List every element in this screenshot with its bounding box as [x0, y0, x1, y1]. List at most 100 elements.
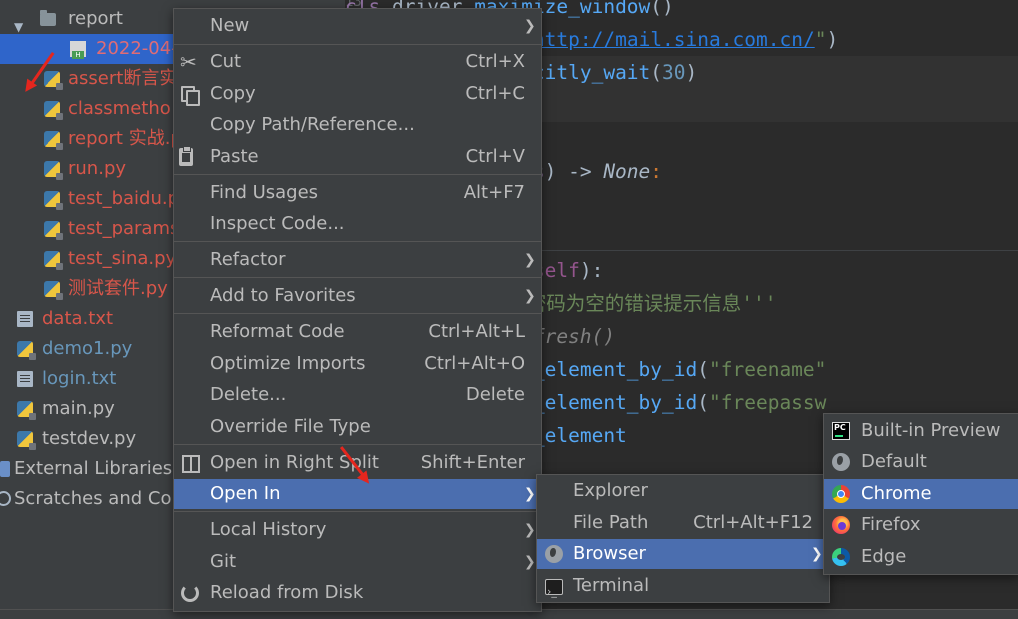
menu-item-label: Inspect Code... [210, 213, 345, 234]
code-token: 30 [662, 61, 686, 84]
python-file-icon [44, 251, 63, 270]
menu-item-file-path[interactable]: File Path Ctrl+Alt+F12 [537, 508, 829, 538]
tree-item-label: main.py [42, 398, 115, 419]
tree-item-label: test_sina.py [68, 248, 177, 269]
chevron-right-icon: ❯ [524, 522, 536, 538]
python-file-icon [17, 431, 36, 450]
menu-item-inspect-code[interactable]: Inspect Code... [174, 209, 541, 239]
html-file-icon [70, 41, 86, 59]
python-file-icon [44, 281, 63, 300]
menu-item-copy[interactable]: Copy Ctrl+C [174, 79, 541, 109]
scissors-icon: ✂ [180, 50, 197, 74]
menu-item-label: Find Usages [210, 182, 319, 203]
menu-item-local-history[interactable]: Local History ❯ [174, 515, 541, 545]
python-file-icon [17, 341, 36, 360]
menu-item-label: Copy Path/Reference... [210, 114, 415, 135]
menu-item-shortcut: Ctrl+Alt+O [424, 353, 525, 374]
menu-item-label: Reload from Disk [210, 582, 364, 603]
menu-item-shortcut: Ctrl+Alt+F12 [693, 512, 813, 533]
menu-separator [174, 174, 541, 175]
tree-item-label: test_params [68, 218, 180, 239]
menu-item-label: Local History [210, 519, 327, 540]
menu-item-edge[interactable]: Edge [824, 542, 1018, 572]
menu-separator [174, 444, 541, 445]
tree-item-label: testdev.py [42, 428, 137, 449]
menu-item-reformat-code[interactable]: Reformat Code Ctrl+Alt+L [174, 317, 541, 347]
menu-item-paste[interactable]: Paste Ctrl+V [174, 142, 541, 172]
chevron-right-icon: ❯ [524, 288, 536, 304]
menu-item-override-file-type[interactable]: Override File Type [174, 412, 541, 442]
menu-item-label: Refactor [210, 249, 286, 270]
menu-item-refactor[interactable]: Refactor ❯ [174, 245, 541, 275]
menu-item-label: Browser [573, 543, 646, 564]
menu-separator [174, 44, 541, 45]
menu-item-new[interactable]: New ❯ [174, 11, 541, 41]
edge-icon [832, 548, 850, 566]
chevron-right-icon: ❯ [524, 252, 536, 268]
text-file-icon [17, 371, 33, 387]
copy-icon [180, 85, 200, 106]
menu-item-copy-path[interactable]: Copy Path/Reference... [174, 110, 541, 140]
menu-item-delete[interactable]: Delete... Delete [174, 380, 541, 410]
tree-item-label: 2022-04- [96, 38, 178, 59]
menu-item-open-in-right-split[interactable]: Open in Right Split Shift+Enter [174, 448, 541, 478]
menu-item-label: Firefox [861, 514, 921, 535]
code-token: () [650, 0, 674, 18]
menu-item-built-in-preview[interactable]: Built-in Preview [824, 416, 1018, 446]
tree-item-label: Scratches and Con [14, 488, 183, 509]
python-file-icon [44, 101, 63, 120]
menu-item-terminal[interactable]: Terminal [537, 571, 829, 607]
code-token: ) -> [544, 160, 604, 183]
menu-item-label: Reformat Code [210, 321, 345, 342]
menu-item-browser[interactable]: Browser ❯ [537, 539, 829, 569]
menu-item-label: Override File Type [210, 416, 371, 437]
menu-item-cut[interactable]: ✂ Cut Ctrl+X [174, 47, 541, 77]
tree-item-label: data.txt [42, 308, 114, 329]
chevron-right-icon: ❯ [811, 546, 823, 562]
chevron-right-icon: ❯ [524, 486, 536, 502]
context-menu: New ❯ ✂ Cut Ctrl+X Copy Ctrl+C Copy Path… [173, 8, 542, 612]
menu-item-shortcut: Ctrl+C [465, 83, 525, 104]
menu-item-shortcut: Delete [465, 384, 525, 405]
menu-item-label: Delete... [210, 384, 287, 405]
menu-item-reload-from-disk[interactable]: Reload from Disk [174, 578, 541, 608]
menu-item-label: Open In [210, 483, 281, 504]
menu-item-label: Chrome [861, 483, 932, 504]
menu-item-label: Git [210, 551, 237, 572]
menu-item-firefox[interactable]: Firefox [824, 510, 1018, 540]
code-token: "freename" [709, 358, 827, 381]
python-file-icon [17, 401, 36, 420]
code-token: : [650, 160, 663, 183]
globe-icon [545, 545, 563, 563]
pycharm-icon [832, 422, 850, 440]
menu-item-open-in[interactable]: Open In ❯ [174, 479, 541, 509]
menu-item-optimize-imports[interactable]: Optimize Imports Ctrl+Alt+O [174, 349, 541, 379]
open-in-submenu: Explorer File Path Ctrl+Alt+F12 Browser … [536, 474, 830, 607]
menu-separator [174, 511, 541, 512]
code-token: ) [685, 61, 698, 84]
menu-item-add-to-favorites[interactable]: Add to Favorites ❯ [174, 281, 541, 311]
menu-item-shortcut: Ctrl+X [465, 51, 525, 72]
menu-item-label: File Path [573, 512, 649, 533]
menu-item-explorer[interactable]: Explorer [537, 476, 829, 506]
menu-item-find-usages[interactable]: Find Usages Alt+F7 [174, 178, 541, 208]
code-token: ) [826, 28, 839, 51]
menu-item-label: Terminal [573, 575, 650, 596]
menu-item-label: Add to Favorites [210, 285, 356, 306]
menu-item-default-browser[interactable]: Default [824, 447, 1018, 477]
browser-submenu: Built-in Preview Default Chrome Firefox … [823, 413, 1018, 575]
python-file-icon [44, 221, 63, 240]
menu-item-chrome[interactable]: Chrome [824, 479, 1018, 509]
firefox-icon [832, 516, 850, 534]
menu-item-git[interactable]: Git ❯ [174, 547, 541, 577]
menu-item-label: Default [861, 451, 927, 472]
menu-item-label: Cut [210, 51, 242, 72]
python-file-icon [44, 161, 63, 180]
chevron-right-icon: ❯ [524, 554, 536, 570]
tree-item-label: demo1.py [42, 338, 133, 359]
menu-item-label: Optimize Imports [210, 353, 366, 374]
reload-icon [181, 584, 199, 602]
split-icon [182, 455, 200, 473]
menu-item-label: Edge [861, 546, 907, 567]
code-token: None [603, 160, 651, 183]
